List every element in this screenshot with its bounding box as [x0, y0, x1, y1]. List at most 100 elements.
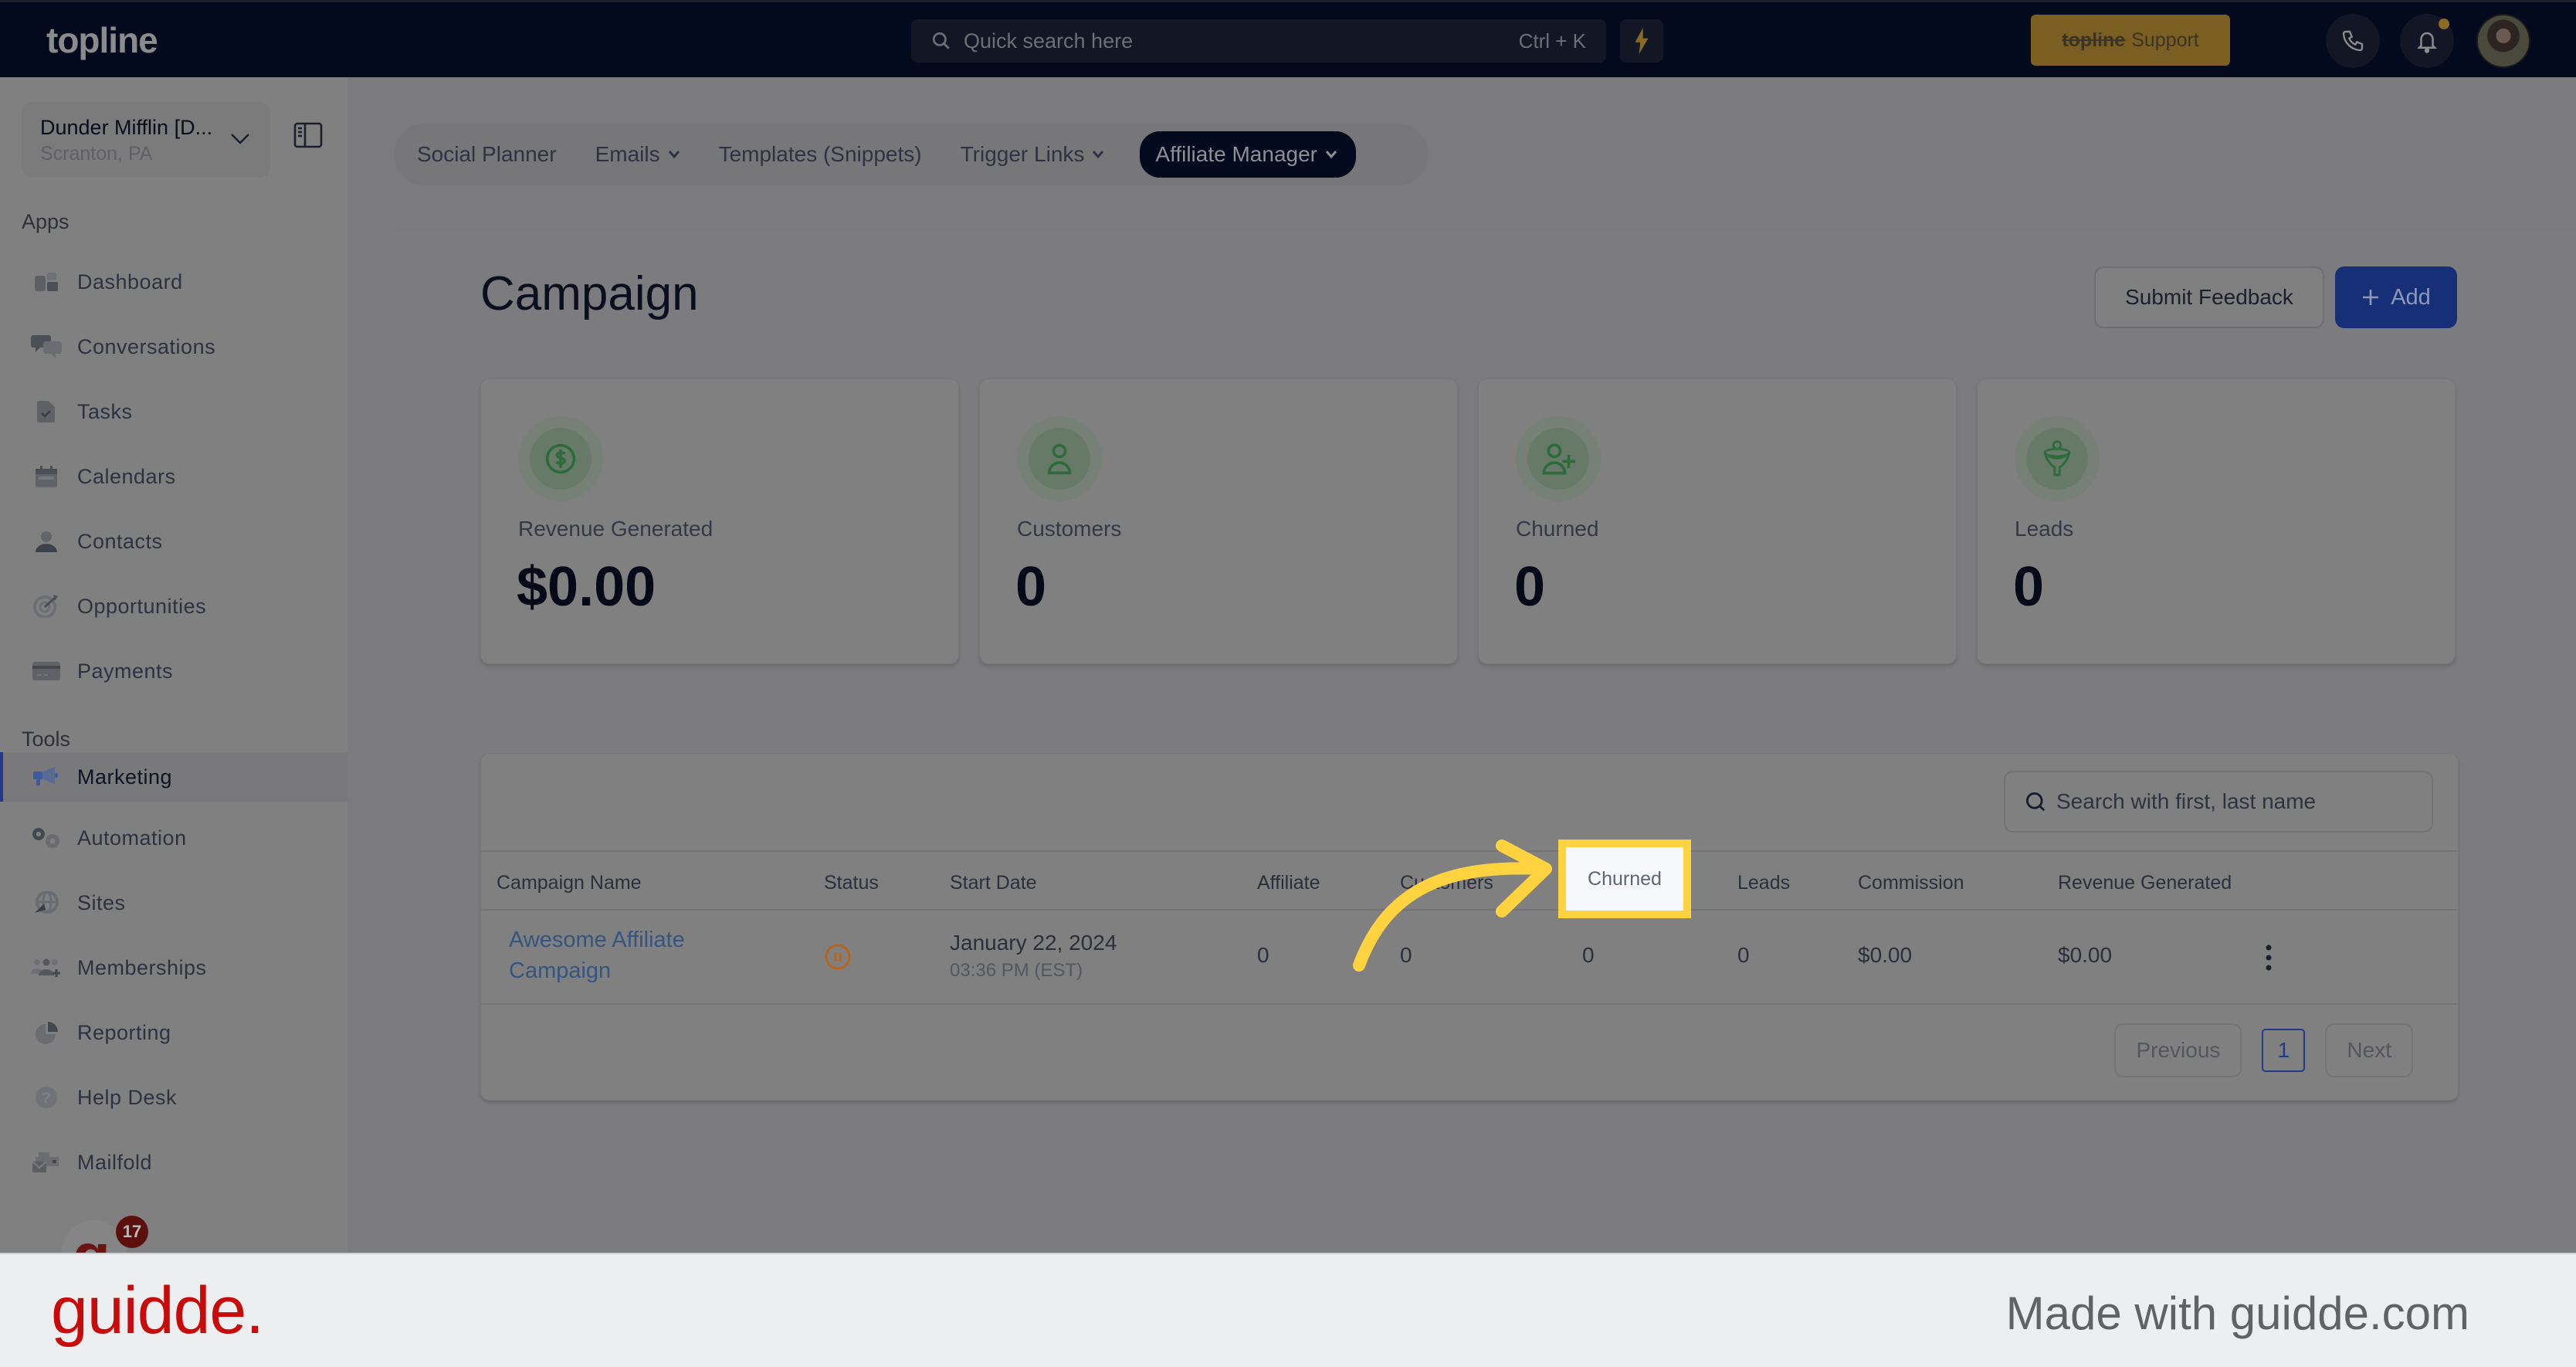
- stat-value: 0: [2013, 556, 2045, 618]
- cell-leads: 0: [1737, 943, 1750, 967]
- stat-card-customers: Customers 0: [979, 378, 1458, 664]
- credit-card-icon: [31, 656, 62, 687]
- support-brand: topline: [2062, 29, 2126, 51]
- sidebar-item-tasks[interactable]: Tasks: [0, 380, 347, 443]
- tools-section-label: Tools: [22, 728, 71, 751]
- column-header-commission[interactable]: Commission: [1858, 872, 1964, 894]
- funnel-icon: [2043, 440, 2071, 477]
- campaign-name-link[interactable]: Awesome Affiliate Campaign: [509, 924, 685, 986]
- sidebar-item-label: Dashboard: [77, 270, 183, 293]
- more-vertical-icon: [2266, 945, 2272, 971]
- made-with-text[interactable]: Made with guidde.com: [2006, 1287, 2469, 1340]
- guidde-widget-logo: g: [73, 1225, 110, 1253]
- column-header-leads[interactable]: Leads: [1737, 872, 1790, 894]
- sidebar-item-opportunities[interactable]: Opportunities: [0, 575, 347, 638]
- sidebar-item-sites[interactable]: Sites: [0, 871, 347, 935]
- column-header-start-date[interactable]: Start Date: [950, 872, 1037, 894]
- tab-templates[interactable]: Templates (Snippets): [719, 142, 941, 167]
- column-header-status[interactable]: Status: [824, 872, 879, 894]
- sidebar-item-conversations[interactable]: Conversations: [0, 315, 347, 378]
- current-page-button[interactable]: 1: [2262, 1029, 2306, 1072]
- campaign-search-input[interactable]: Search with first, last name: [2004, 771, 2433, 833]
- column-header-revenue-generated[interactable]: Revenue Generated: [2058, 872, 2232, 894]
- users-plus-icon: [31, 952, 62, 983]
- lightning-icon: [1635, 28, 1649, 54]
- widget-badge: 17: [116, 1216, 148, 1248]
- next-page-button[interactable]: Next: [2325, 1023, 2413, 1077]
- account-location: Scranton, PA: [40, 143, 153, 165]
- account-name: Dunder Mifflin [D...: [40, 116, 213, 139]
- campaign-search-placeholder: Search with first, last name: [2056, 789, 2317, 813]
- stat-icon-ring: [1516, 416, 1601, 501]
- sidebar-item-calendars[interactable]: Calendars: [0, 445, 347, 508]
- task-doc-icon: [31, 396, 62, 427]
- tab-trigger-links[interactable]: Trigger Links: [961, 142, 1124, 167]
- sidebar-collapse-button[interactable]: [293, 122, 323, 152]
- sidebar-item-dashboard[interactable]: Dashboard: [0, 250, 347, 314]
- sidebar-item-label: Memberships: [77, 955, 207, 979]
- quick-actions-button[interactable]: [1620, 19, 1663, 63]
- highlighted-churned-header[interactable]: Churned: [1558, 840, 1691, 918]
- topline-logo[interactable]: topline: [46, 19, 158, 61]
- mail-stack-icon: [31, 1147, 62, 1178]
- support-button[interactable]: topline Support: [2031, 15, 2230, 66]
- tab-social-planner[interactable]: Social Planner: [417, 142, 575, 167]
- tab-label: Emails: [595, 142, 660, 166]
- svg-text:?: ?: [42, 1090, 52, 1107]
- status-badge: [824, 943, 852, 976]
- sidebar-item-memberships[interactable]: Memberships: [0, 936, 347, 999]
- calendar-icon: [31, 461, 62, 492]
- sidebar-toggle-icon: [293, 122, 323, 148]
- campaign-name-line: Campaign: [509, 958, 612, 983]
- sidebar-item-label: Contacts: [77, 529, 163, 553]
- phone-button[interactable]: [2326, 14, 2380, 68]
- previous-page-button[interactable]: Previous: [2114, 1023, 2242, 1077]
- chevron-down-icon: [1325, 151, 1337, 159]
- person-icon: [31, 526, 62, 557]
- support-label: Support: [2131, 29, 2199, 51]
- row-actions-button[interactable]: [2265, 945, 2273, 975]
- stat-icon-ring: [2015, 416, 2100, 501]
- start-date: January 22, 2024 03:36 PM (EST): [950, 931, 1117, 982]
- pagination: Previous 1 Next: [2114, 1023, 2413, 1077]
- sidebar-item-contacts[interactable]: Contacts: [0, 510, 347, 573]
- user-icon: [1047, 443, 1072, 475]
- tab-label: Trigger Links: [960, 142, 1085, 166]
- tab-affiliate-manager[interactable]: Affiliate Manager: [1140, 131, 1356, 178]
- notification-dot: [2439, 19, 2449, 29]
- sidebar-item-label: Mailfold: [77, 1150, 153, 1174]
- quick-search-input[interactable]: Quick search here Ctrl + K: [911, 19, 1606, 63]
- sidebar-item-marketing[interactable]: Marketing: [0, 752, 347, 802]
- top-bar: topline Quick search here Ctrl + K topli…: [0, 0, 2576, 77]
- chevron-down-icon: [231, 134, 249, 144]
- sidebar-item-help-desk[interactable]: ? Help Desk: [0, 1066, 347, 1129]
- cell-commission: $0.00: [1858, 943, 1913, 967]
- sidebar-item-automation[interactable]: Automation: [0, 806, 347, 870]
- sidebar-item-label: Tasks: [77, 399, 133, 423]
- add-button[interactable]: Add: [2335, 266, 2457, 328]
- pie-chart-icon: [31, 1017, 62, 1048]
- column-header-affiliate[interactable]: Affiliate: [1257, 872, 1320, 894]
- campaign-name-line: Awesome Affiliate: [509, 928, 685, 952]
- start-date-day: January 22, 2024: [950, 931, 1117, 955]
- chevron-down-icon: [668, 151, 680, 159]
- column-header-campaign-name[interactable]: Campaign Name: [497, 872, 642, 894]
- sidebar-item-payments[interactable]: Payments: [0, 639, 347, 703]
- guidde-logo[interactable]: guidde.: [51, 1273, 264, 1349]
- search-icon: [932, 32, 950, 49]
- sidebar-item-label: Payments: [77, 659, 174, 683]
- stat-card-churned: Churned 0: [1478, 378, 1957, 664]
- account-switcher[interactable]: Dunder Mifflin [D... Scranton, PA: [22, 102, 270, 178]
- sidebar-item-mailfold[interactable]: Mailfold: [0, 1131, 347, 1194]
- sidebar-item-reporting[interactable]: Reporting: [0, 1001, 347, 1064]
- user-avatar[interactable]: [2476, 14, 2530, 68]
- notifications-button[interactable]: [2400, 14, 2454, 68]
- stat-label: Revenue Generated: [518, 517, 713, 541]
- sidebar-item-label: Automation: [77, 826, 187, 850]
- highlight-label: Churned: [1588, 867, 1662, 890]
- sidebar-item-label: Reporting: [77, 1020, 171, 1044]
- submit-feedback-button[interactable]: Submit Feedback: [2094, 266, 2324, 328]
- stat-value: 0: [1514, 556, 1546, 618]
- start-date-time: 03:36 PM (EST): [950, 960, 1083, 981]
- tab-emails[interactable]: Emails: [595, 142, 699, 167]
